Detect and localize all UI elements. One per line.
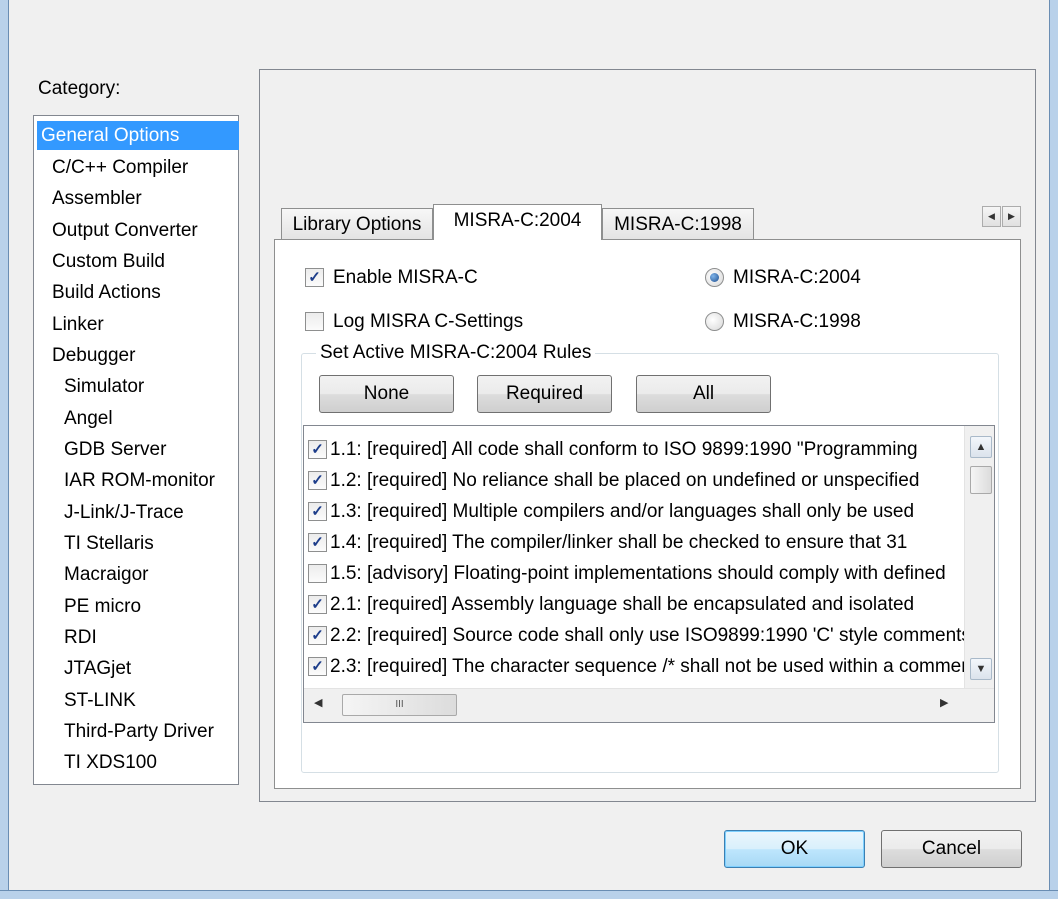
category-item-assembler[interactable]: Assembler	[52, 184, 142, 213]
rule-checkbox[interactable]: ✓	[308, 471, 327, 490]
checkmark-icon: ✓	[311, 627, 324, 644]
category-item-linker[interactable]: Linker	[52, 310, 104, 339]
rule-text: 2.3: [required] The character sequence /…	[330, 656, 965, 677]
category-item-ti-stellaris[interactable]: TI Stellaris	[64, 529, 154, 558]
window-frame-bottom	[0, 890, 1058, 899]
cancel-button[interactable]: Cancel	[881, 830, 1022, 868]
rule-checkbox[interactable]: ✓	[308, 626, 327, 645]
rule-text: 2.2: [required] Source code shall only u…	[330, 625, 965, 646]
category-item-ti-xds100[interactable]: TI XDS100	[64, 748, 157, 777]
tab-misra-c-1998[interactable]: MISRA-C:1998	[602, 208, 754, 240]
checkmark-icon: ✓	[311, 503, 324, 520]
tab-scroll-right-button[interactable]: ▶	[1002, 206, 1021, 227]
category-list[interactable]: General Options C/C++ Compiler Assembler…	[33, 115, 239, 785]
rule-checkbox[interactable]: ✓	[308, 440, 327, 459]
scroll-down-button[interactable]: ▼	[970, 658, 992, 680]
category-item-macraigor[interactable]: Macraigor	[64, 560, 148, 589]
checkmark-icon: ✓	[311, 534, 324, 551]
scroll-left-icon[interactable]: ◀	[314, 696, 322, 709]
category-item-st-link[interactable]: ST-LINK	[64, 686, 136, 715]
arrow-left-icon: ◀	[988, 211, 995, 221]
rule-row[interactable]: ✓ 2.3: [required] The character sequence…	[304, 651, 994, 682]
rule-text: 1.4: [required] The compiler/linker shal…	[330, 532, 908, 553]
scroll-right-icon[interactable]: ▶	[940, 696, 948, 709]
radio-misra-c-2004[interactable]	[705, 268, 724, 287]
tab-scroll-left-button[interactable]: ◀	[982, 206, 1001, 227]
category-item-iar-rom-monitor[interactable]: IAR ROM-monitor	[64, 466, 215, 495]
window-frame-left	[0, 0, 9, 899]
rules-horizontal-scrollbar[interactable]: ◀ III ▶	[304, 688, 994, 722]
rules-vertical-scrollbar[interactable]: ▲ ▼	[964, 426, 994, 688]
rule-row[interactable]: 1.5: [advisory] Floating-point implement…	[304, 558, 994, 589]
radio-misra-c-1998[interactable]	[705, 312, 724, 331]
checkmark-icon: ✓	[311, 441, 324, 458]
rule-checkbox[interactable]: ✓	[308, 502, 327, 521]
category-item-general-options[interactable]: General Options	[37, 121, 239, 150]
enable-misra-label: Enable MISRA-C	[333, 267, 478, 288]
category-item-custom-build[interactable]: Custom Build	[52, 247, 165, 276]
radio-selected-dot	[710, 273, 719, 282]
checkmark-icon: ✓	[311, 472, 324, 489]
rule-row[interactable]: ✓ 1.2: [required] No reliance shall be p…	[304, 465, 994, 496]
category-item-jlink-jtrace[interactable]: J-Link/J-Trace	[64, 498, 184, 527]
rule-row[interactable]: ✓ 2.1: [required] Assembly language shal…	[304, 589, 994, 620]
rule-row[interactable]: ✓ 1.3: [required] Multiple compilers and…	[304, 496, 994, 527]
scroll-up-button[interactable]: ▲	[970, 436, 992, 458]
rule-checkbox[interactable]: ✓	[308, 533, 327, 552]
rule-row[interactable]: ✓ 2.2: [required] Source code shall only…	[304, 620, 994, 651]
category-item-angel[interactable]: Angel	[64, 404, 113, 433]
rules-group-title: Set Active MISRA-C:2004 Rules	[316, 342, 596, 364]
tab-misra-c-2004[interactable]: MISRA-C:2004	[433, 204, 602, 240]
category-item-pe-micro[interactable]: PE micro	[64, 592, 141, 621]
rule-row[interactable]: ✓ 1.4: [required] The compiler/linker sh…	[304, 527, 994, 558]
rule-text: 1.1: [required] All code shall conform t…	[330, 439, 918, 460]
category-item-build-actions[interactable]: Build Actions	[52, 278, 161, 307]
horizontal-scroll-thumb[interactable]: III	[342, 694, 457, 716]
rule-checkbox[interactable]: ✓	[308, 657, 327, 676]
rule-row[interactable]: ✓ 1.1: [required] All code shall conform…	[304, 434, 994, 465]
required-button[interactable]: Required	[477, 375, 612, 413]
radio-misra-c-2004-label: MISRA-C:2004	[733, 267, 861, 288]
ok-button[interactable]: OK	[724, 830, 865, 868]
category-item-rdi[interactable]: RDI	[64, 623, 97, 652]
enable-misra-checkbox[interactable]: ✓	[305, 268, 324, 287]
log-misra-settings-label: Log MISRA C-Settings	[333, 311, 524, 332]
none-button[interactable]: None	[319, 375, 454, 413]
tab-library-options[interactable]: Library Options	[281, 208, 433, 240]
rule-text: 2.1: [required] Assembly language shall …	[330, 594, 915, 615]
all-button[interactable]: All	[636, 375, 771, 413]
rule-checkbox[interactable]	[308, 564, 327, 583]
arrow-up-icon: ▲	[975, 441, 987, 453]
rule-text: 1.2: [required] No reliance shall be pla…	[330, 470, 920, 491]
log-misra-settings-checkbox[interactable]	[305, 312, 324, 331]
checkmark-icon: ✓	[311, 658, 324, 675]
checkmark-icon: ✓	[308, 269, 321, 286]
rules-list[interactable]: ✓ 1.1: [required] All code shall conform…	[303, 425, 995, 723]
category-item-simulator[interactable]: Simulator	[64, 372, 144, 401]
radio-misra-c-1998-label: MISRA-C:1998	[733, 311, 861, 332]
checkmark-icon: ✓	[311, 596, 324, 613]
arrow-down-icon: ▼	[975, 663, 987, 675]
rule-text: 1.3: [required] Multiple compilers and/o…	[330, 501, 915, 522]
rule-text: 1.5: [advisory] Floating-point implement…	[330, 563, 946, 584]
category-item-third-party-driver[interactable]: Third-Party Driver	[64, 717, 214, 746]
category-item-c-compiler[interactable]: C/C++ Compiler	[52, 153, 188, 182]
window-frame-right	[1049, 0, 1058, 899]
category-item-debugger[interactable]: Debugger	[52, 341, 135, 370]
arrow-right-icon: ▶	[1008, 211, 1015, 221]
vertical-scroll-thumb[interactable]	[970, 466, 992, 494]
category-item-jtagjet[interactable]: JTAGjet	[64, 654, 131, 683]
category-item-output-converter[interactable]: Output Converter	[52, 216, 198, 245]
category-label: Category:	[38, 78, 121, 99]
category-item-gdb-server[interactable]: GDB Server	[64, 435, 166, 464]
rule-checkbox[interactable]: ✓	[308, 595, 327, 614]
